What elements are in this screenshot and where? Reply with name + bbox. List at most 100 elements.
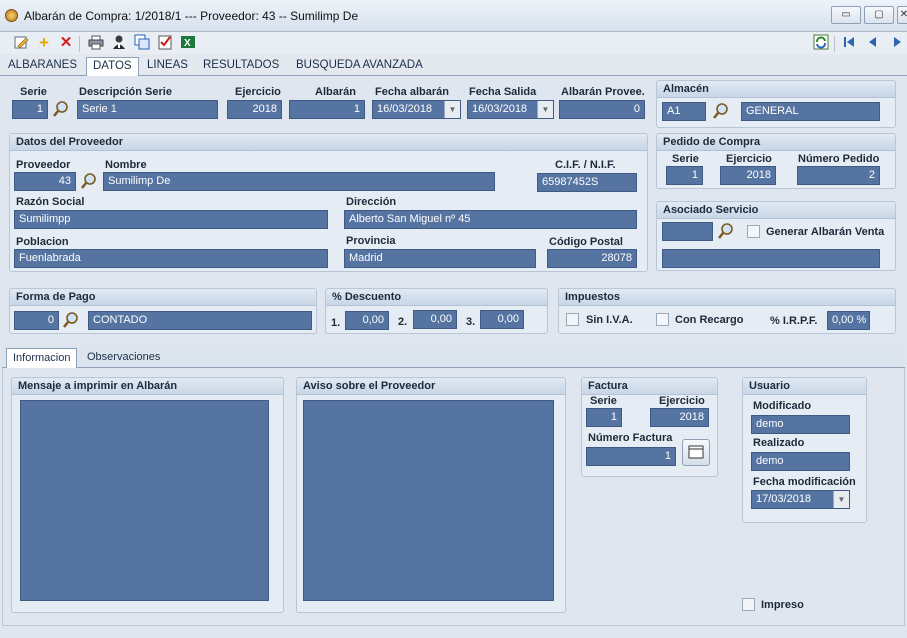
con-recargo-label: Con Recargo	[675, 314, 744, 326]
chevron-down-icon[interactable]: ▼	[537, 101, 553, 118]
tab-observaciones[interactable]: Observaciones	[81, 348, 166, 368]
generar-albaran-checkbox[interactable]	[747, 225, 760, 238]
add-icon[interactable]: +	[35, 34, 53, 52]
search-forma-pago-icon[interactable]	[62, 311, 80, 329]
descuento-3-label: 3.	[466, 316, 476, 328]
tab-datos[interactable]: DATOS	[86, 57, 139, 76]
almacen-title: Almacén	[657, 81, 895, 98]
print-icon[interactable]	[87, 34, 105, 52]
descuento-1-field[interactable]: 0,00	[345, 311, 389, 330]
almacen-name-field[interactable]: GENERAL	[741, 102, 880, 121]
close-button[interactable]: ✕	[897, 6, 907, 24]
impreso-checkbox[interactable]	[742, 598, 755, 611]
asociado-code-field[interactable]	[662, 222, 713, 241]
direccion-label: Dirección	[346, 196, 397, 208]
pedido-ejercicio-field[interactable]: 2018	[720, 166, 776, 185]
cif-field[interactable]: 65987452S	[537, 173, 637, 192]
tab-informacion[interactable]: Informacion	[6, 348, 78, 368]
tab-resultados[interactable]: RESULTADOS	[201, 57, 281, 76]
user-icon[interactable]	[110, 34, 128, 52]
codigo-postal-field[interactable]: 28078	[547, 249, 637, 268]
factura-numero-field[interactable]: 1	[586, 447, 676, 466]
aviso-textarea[interactable]	[303, 400, 554, 601]
search-serie-icon[interactable]	[52, 100, 70, 118]
pedido-numero-field[interactable]: 2	[797, 166, 880, 185]
albaran-label: Albarán	[315, 86, 356, 98]
copy-icon[interactable]	[133, 34, 151, 52]
edit-icon[interactable]	[12, 34, 30, 52]
refresh-icon[interactable]	[812, 34, 830, 52]
mensaje-textarea[interactable]	[20, 400, 269, 601]
pedido-title: Pedido de Compra	[657, 134, 895, 151]
toolbar-separator	[79, 36, 80, 52]
search-proveedor-icon[interactable]	[80, 172, 98, 190]
sin-iva-checkbox[interactable]	[566, 313, 579, 326]
poblacion-label: Poblacion	[16, 236, 69, 248]
excel-icon[interactable]: X	[179, 34, 197, 52]
tab-lineas[interactable]: LINEAS	[145, 57, 190, 76]
serie-label: Serie	[20, 86, 47, 98]
toolbar-separator	[834, 36, 835, 52]
direccion-field[interactable]: Alberto San Miguel nº 45	[344, 210, 637, 229]
descuento-title: % Descuento	[326, 289, 547, 306]
maximize-button[interactable]: ▢	[864, 6, 894, 24]
descuento-3-field[interactable]: 0,00	[480, 310, 524, 329]
fecha-albaran-field[interactable]: 16/03/2018 ▼	[372, 100, 461, 119]
search-asociado-icon[interactable]	[717, 222, 735, 240]
almacen-code-field[interactable]: A1	[662, 102, 706, 121]
descuento-2-label: 2.	[398, 316, 408, 328]
realizado-label: Realizado	[753, 437, 805, 449]
con-recargo-checkbox[interactable]	[656, 313, 669, 326]
albaran-prov-field[interactable]: 0	[559, 100, 645, 119]
irpf-field[interactable]: 0,00 %	[827, 311, 870, 330]
asociado-desc-field[interactable]	[662, 249, 880, 268]
desc-serie-field[interactable]: Serie 1	[77, 100, 218, 119]
nombre-label: Nombre	[105, 159, 147, 171]
realizado-field[interactable]: demo	[751, 452, 850, 471]
tab-busqueda-avanzada[interactable]: BUSQUEDA AVANZADA	[294, 57, 425, 76]
factura-title: Factura	[582, 378, 717, 395]
document-icon	[688, 445, 704, 459]
fecha-modificacion-field[interactable]: 17/03/2018 ▼	[751, 490, 850, 509]
usuario-title: Usuario	[743, 378, 866, 395]
serie-field[interactable]: 1	[12, 100, 48, 119]
factura-ejercicio-label: Ejercicio	[659, 395, 705, 407]
factura-serie-field[interactable]: 1	[586, 408, 622, 427]
window-title: Albarán de Compra: 1/2018/1 --- Proveedo…	[24, 9, 359, 23]
forma-pago-code-field[interactable]: 0	[14, 311, 59, 330]
fecha-albaran-value: 16/03/2018	[377, 103, 433, 115]
chevron-down-icon[interactable]: ▼	[833, 491, 849, 508]
descuento-2-field[interactable]: 0,00	[413, 310, 457, 329]
pedido-ejercicio-label: Ejercicio	[726, 153, 772, 165]
asociado-title: Asociado Servicio	[657, 202, 895, 219]
minimize-button[interactable]: ▭	[831, 6, 861, 24]
nombre-field[interactable]: Sumilimp De	[103, 172, 495, 191]
app-logo-icon	[5, 9, 18, 22]
albaran-prov-label: Albarán Provee.	[561, 86, 645, 98]
first-icon[interactable]	[840, 34, 858, 52]
fecha-salida-field[interactable]: 16/03/2018 ▼	[467, 100, 554, 119]
prev-icon[interactable]	[864, 34, 882, 52]
checklist-icon[interactable]	[156, 34, 174, 52]
sin-iva-label: Sin I.V.A.	[586, 314, 633, 326]
factura-ejercicio-field[interactable]: 2018	[650, 408, 709, 427]
generar-albaran-label: Generar Albarán Venta	[766, 226, 885, 238]
provincia-label: Provincia	[346, 235, 396, 247]
tab-albaranes[interactable]: ALBARANES	[6, 57, 79, 76]
ejercicio-field[interactable]: 2018	[227, 100, 282, 119]
search-almacen-icon[interactable]	[712, 102, 730, 120]
albaran-field[interactable]: 1	[289, 100, 365, 119]
next-icon[interactable]	[888, 34, 906, 52]
poblacion-field[interactable]: Fuenlabrada	[14, 249, 328, 268]
proveedor-code-field[interactable]: 43	[14, 172, 76, 191]
proveedor-title: Datos del Proveedor	[10, 134, 647, 151]
open-factura-button[interactable]	[682, 439, 710, 466]
razon-social-field[interactable]: Sumilimpp	[14, 210, 328, 229]
provincia-field[interactable]: Madrid	[344, 249, 536, 268]
pedido-serie-field[interactable]: 1	[666, 166, 703, 185]
forma-pago-name-field[interactable]: CONTADO	[88, 311, 312, 330]
modificado-field[interactable]: demo	[751, 415, 850, 434]
delete-icon[interactable]: ✕	[57, 34, 75, 52]
ejercicio-label: Ejercicio	[235, 86, 281, 98]
chevron-down-icon[interactable]: ▼	[444, 101, 460, 118]
